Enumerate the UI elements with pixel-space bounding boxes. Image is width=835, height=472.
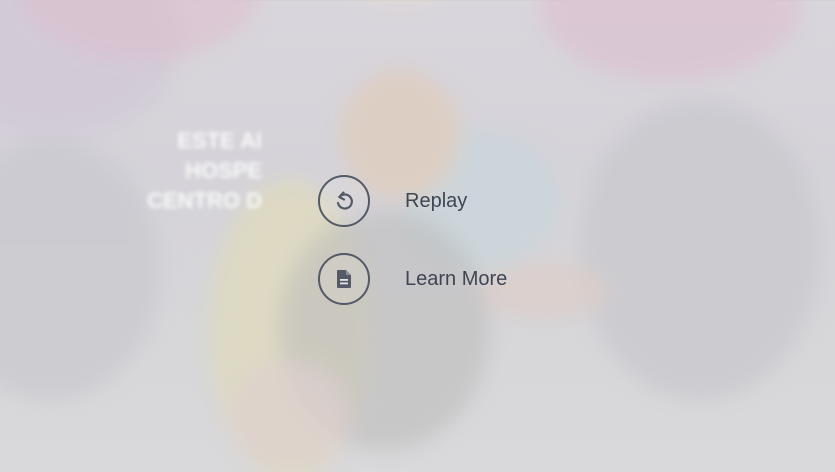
replay-label[interactable]: Replay (405, 190, 467, 213)
replay-icon-circle[interactable] (318, 175, 370, 227)
blurred-headline: ESTE AI HOSPE CENTRO D (112, 126, 262, 216)
headline-line: CENTRO D (147, 188, 262, 213)
end-screen-menu: Replay Learn More (318, 172, 507, 328)
headline-line: ESTE AI (177, 128, 262, 153)
document-icon (337, 270, 351, 288)
replay-icon (336, 191, 353, 210)
replay-button[interactable]: Replay (318, 172, 507, 230)
headline-line: HOSPE (184, 158, 262, 183)
learn-more-label[interactable]: Learn More (405, 268, 507, 291)
learn-more-button[interactable]: Learn More (318, 250, 507, 308)
video-end-screen: ESTE AI HOSPE CENTRO D Replay Learn More (0, 0, 835, 472)
learn-more-icon-circle[interactable] (318, 253, 370, 305)
